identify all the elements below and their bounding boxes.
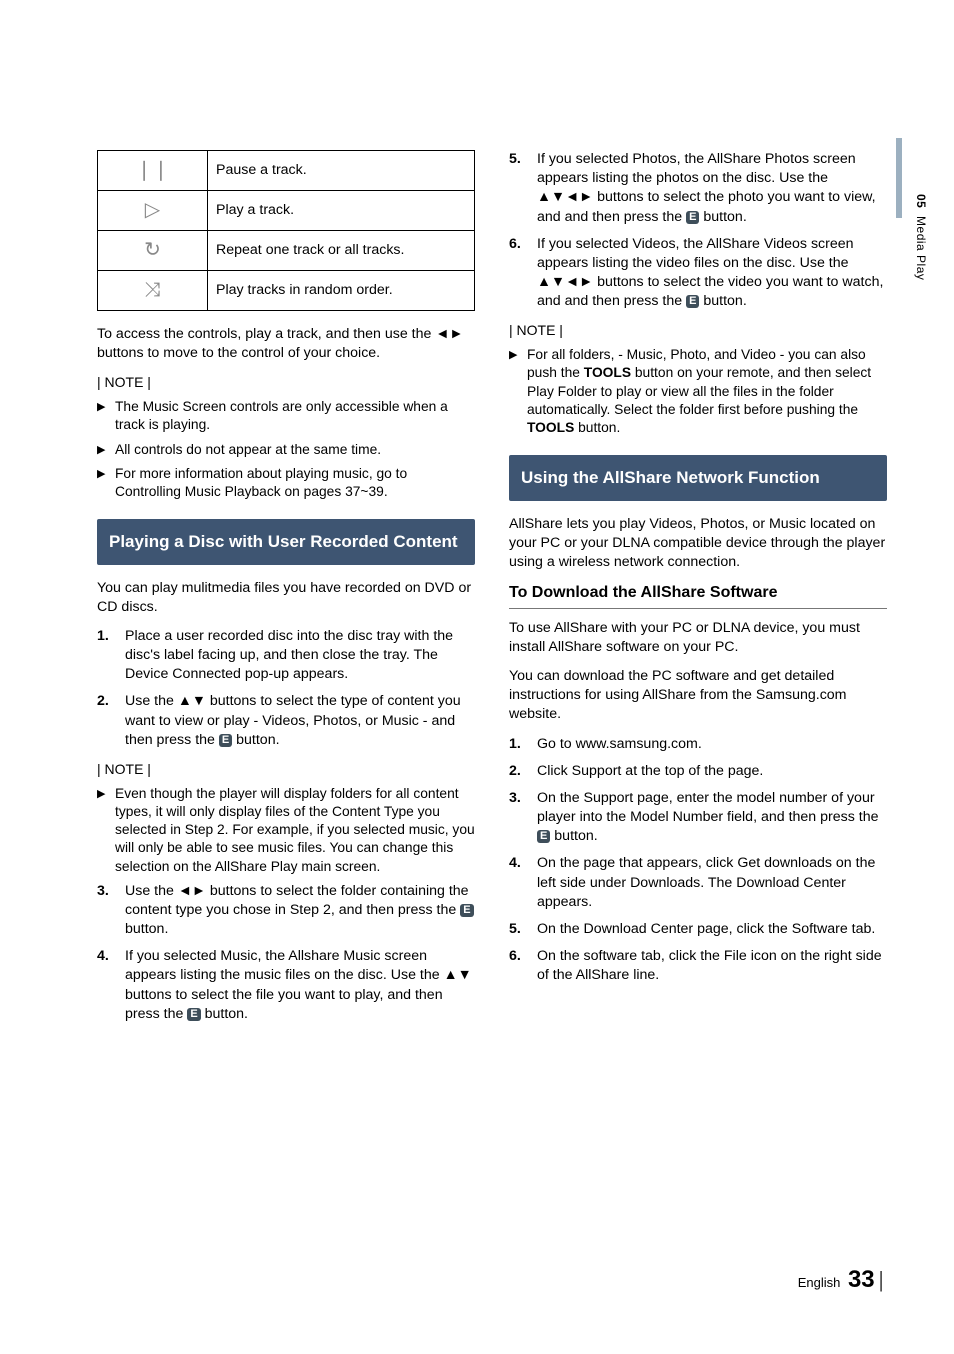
control-desc: Repeat one track or all tracks.	[208, 231, 475, 271]
bullet-icon: ▶	[97, 465, 115, 501]
step-text: If you selected Music, the Allshare Musi…	[125, 947, 475, 1024]
subsection-heading: To Download the AllShare Software	[509, 582, 887, 604]
divider	[509, 608, 887, 609]
note-item: ▶For all folders, - Music, Photo, and Vi…	[509, 346, 887, 437]
enter-icon: E	[686, 295, 699, 308]
bullet-icon: ▶	[97, 785, 115, 876]
step-item: 3.Use the ◄► buttons to select the folde…	[97, 882, 475, 940]
step-number: 4.	[97, 947, 125, 1024]
step-text: If you selected Photos, the AllShare Pho…	[537, 150, 887, 227]
control-desc: Pause a track.	[208, 151, 475, 191]
step-item: 5.If you selected Photos, the AllShare P…	[509, 150, 887, 227]
step-item: 6.If you selected Videos, the AllShare V…	[509, 235, 887, 312]
step-item: 2.Click Support at the top of the page.	[509, 762, 887, 781]
section-heading-1: Playing a Disc with User Recorded Conten…	[97, 519, 475, 564]
chapter-label: 05 Media Play	[914, 194, 928, 280]
para4: You can download the PC software and get…	[509, 667, 887, 725]
bullet-icon: ▶	[509, 346, 527, 437]
enter-icon: E	[187, 1008, 200, 1021]
step-number: 6.	[509, 947, 537, 985]
note-item: ▶For more information about playing musi…	[97, 465, 475, 501]
play-icon: ▷	[98, 191, 208, 231]
step-item: 1.Place a user recorded disc into the di…	[97, 627, 475, 685]
table-row: ▷ Play a track.	[98, 191, 475, 231]
note-text: For all folders, - Music, Photo, and Vid…	[527, 346, 887, 437]
note-list-2: ▶Even though the player will display fol…	[97, 785, 475, 876]
note-header: | NOTE |	[509, 321, 887, 340]
section1-intro: You can play mulitmedia files you have r…	[97, 579, 475, 617]
control-desc: Play tracks in random order.	[208, 271, 475, 311]
section-heading-2: Using the AllShare Network Function	[509, 455, 887, 500]
step-number: 1.	[509, 735, 537, 754]
step-list-b: 3.Use the ◄► buttons to select the folde…	[97, 882, 475, 1024]
step-item: 6.On the software tab, click the File ic…	[509, 947, 887, 985]
step-number: 1.	[97, 627, 125, 685]
enter-icon: E	[219, 734, 232, 747]
step-text: Place a user recorded disc into the disc…	[125, 627, 475, 685]
step-text: On the Support page, enter the model num…	[537, 789, 887, 847]
step-text: On the page that appears, click Get down…	[537, 854, 887, 912]
page-footer: English 33 |	[798, 1266, 884, 1294]
note-list: ▶The Music Screen controls are only acce…	[97, 398, 475, 501]
chapter-tab	[896, 138, 902, 218]
table-row: ❘❘ Pause a track.	[98, 151, 475, 191]
step-item: 2.Use the ▲▼ buttons to select the type …	[97, 692, 475, 750]
step-number: 3.	[509, 789, 537, 847]
table-row: ⤨ Play tracks in random order.	[98, 271, 475, 311]
enter-icon: E	[537, 830, 550, 843]
step-text: Go to www.samsung.com.	[537, 735, 702, 754]
footer-lang: English	[798, 1275, 841, 1290]
controls-table: ❘❘ Pause a track. ▷ Play a track. ↻ Repe…	[97, 150, 475, 311]
footer-bar: |	[878, 1267, 884, 1292]
step-text: On the Download Center page, click the S…	[537, 920, 875, 939]
page-number: 33	[848, 1266, 875, 1293]
enter-icon: E	[686, 211, 699, 224]
step-number: 5.	[509, 150, 537, 227]
enter-icon: E	[460, 904, 473, 917]
section2-intro: AllShare lets you play Videos, Photos, o…	[509, 515, 887, 573]
left-column: ❘❘ Pause a track. ▷ Play a track. ↻ Repe…	[97, 150, 475, 1032]
pause-icon: ❘❘	[98, 151, 208, 191]
step-item: 1.Go to www.samsung.com.	[509, 735, 887, 754]
bullet-icon: ▶	[97, 398, 115, 434]
page-body: ❘❘ Pause a track. ▷ Play a track. ↻ Repe…	[0, 0, 954, 1072]
step-item: 4.If you selected Music, the Allshare Mu…	[97, 947, 475, 1024]
step-number: 3.	[97, 882, 125, 940]
step-item: 5.On the Download Center page, click the…	[509, 920, 887, 939]
step-number: 2.	[509, 762, 537, 781]
note-item: ▶The Music Screen controls are only acce…	[97, 398, 475, 434]
step-text: Use the ▲▼ buttons to select the type of…	[125, 692, 475, 750]
step-list-c: 5.If you selected Photos, the AllShare P…	[509, 150, 887, 311]
table-row: ↻ Repeat one track or all tracks.	[98, 231, 475, 271]
step-number: 2.	[97, 692, 125, 750]
bullet-icon: ▶	[97, 441, 115, 459]
step-number: 5.	[509, 920, 537, 939]
step-number: 6.	[509, 235, 537, 312]
step-text: If you selected Videos, the AllShare Vid…	[537, 235, 887, 312]
note-header: | NOTE |	[97, 373, 475, 392]
repeat-icon: ↻	[98, 231, 208, 271]
step-text: On the software tab, click the File icon…	[537, 947, 887, 985]
shuffle-icon: ⤨	[98, 271, 208, 311]
right-column: 5.If you selected Photos, the AllShare P…	[509, 150, 887, 1032]
note-header: | NOTE |	[97, 760, 475, 779]
chapter-title: Media Play	[914, 216, 928, 280]
step-item: 4.On the page that appears, click Get do…	[509, 854, 887, 912]
note-item: ▶Even though the player will display fol…	[97, 785, 475, 876]
note-item: ▶All controls do not appear at the same …	[97, 441, 475, 459]
step-list-d: 1.Go to www.samsung.com. 2.Click Support…	[509, 735, 887, 986]
intro-text: To access the controls, play a track, an…	[97, 325, 475, 363]
note-list-right: ▶For all folders, - Music, Photo, and Vi…	[509, 346, 887, 437]
step-list-a: 1.Place a user recorded disc into the di…	[97, 627, 475, 750]
step-text: Use the ◄► buttons to select the folder …	[125, 882, 475, 940]
step-number: 4.	[509, 854, 537, 912]
step-item: 3.On the Support page, enter the model n…	[509, 789, 887, 847]
control-desc: Play a track.	[208, 191, 475, 231]
chapter-number: 05	[914, 194, 928, 208]
step-text: Click Support at the top of the page.	[537, 762, 763, 781]
para3: To use AllShare with your PC or DLNA dev…	[509, 619, 887, 657]
